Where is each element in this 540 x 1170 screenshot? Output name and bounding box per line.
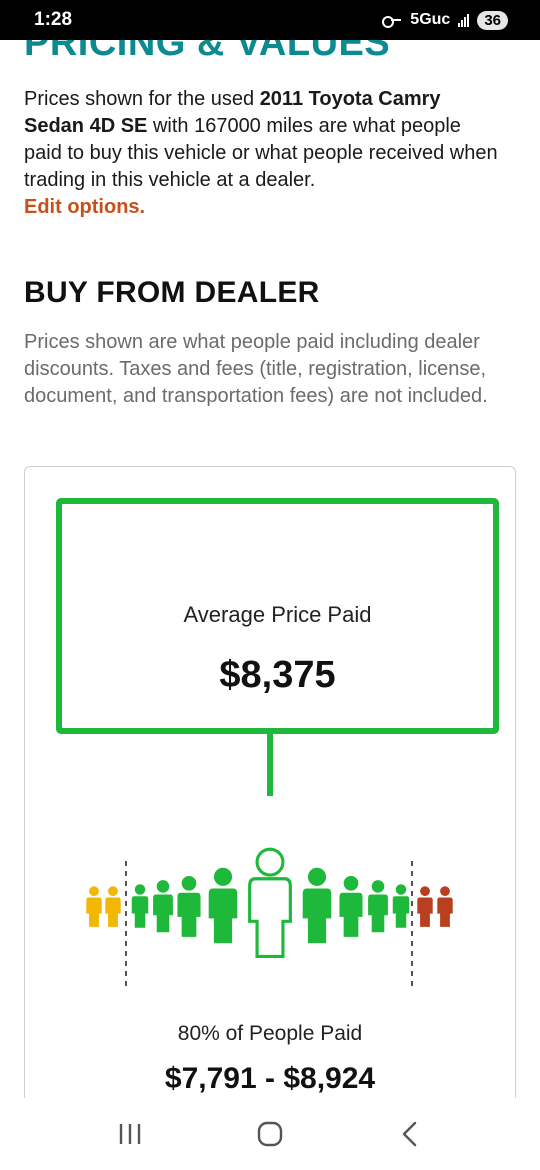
home-icon	[257, 1121, 283, 1147]
person-icon-mid	[339, 875, 363, 937]
network-label: 5Guc	[410, 11, 451, 28]
average-price-label: Average Price Paid	[183, 602, 372, 627]
home-button[interactable]	[240, 1114, 300, 1154]
person-icon-mid	[368, 880, 388, 933]
person-icon-mid	[208, 867, 238, 944]
person-icon-mid	[153, 880, 173, 933]
person-icon-low	[105, 886, 121, 927]
back-icon	[402, 1121, 417, 1147]
back-button[interactable]	[380, 1114, 440, 1154]
buy-from-dealer-title: BUY FROM DEALER	[24, 276, 320, 309]
person-icon-high	[437, 886, 453, 927]
person-icon-mid	[177, 875, 201, 937]
intro-paragraph: Prices shown for the used 2011 Toyota Ca…	[24, 86, 504, 221]
buy-from-dealer-description: Prices shown are what people paid includ…	[24, 331, 488, 407]
person-icon-mid	[392, 884, 410, 928]
key-icon	[382, 15, 402, 28]
person-icon-low	[86, 886, 102, 927]
person-icon-mid	[302, 867, 332, 944]
recent-apps-icon	[119, 1124, 141, 1144]
average-person-icon	[248, 847, 292, 959]
range-value: $7,791 - $8,924	[164, 1062, 376, 1095]
battery-badge: 36	[477, 10, 508, 30]
price-card: Average Price Paid $8,375 80% of People …	[24, 466, 516, 1126]
intro-text-before: Prices shown for the used	[24, 88, 260, 110]
person-icon-mid	[131, 884, 149, 928]
person-icon-high	[417, 886, 433, 927]
recent-apps-button[interactable]	[100, 1114, 160, 1154]
status-time: 1:28	[34, 9, 73, 30]
edit-options-link[interactable]: Edit options.	[24, 194, 145, 221]
system-nav-bar	[0, 1098, 540, 1170]
average-price-box: Average Price Paid $8,375	[56, 498, 499, 734]
range-label: 80% of People Paid	[177, 1022, 363, 1045]
average-connector-line	[267, 734, 273, 796]
average-price-value: $8,375	[219, 654, 336, 696]
price-distribution-people	[86, 847, 453, 987]
signal-icon	[458, 13, 470, 27]
status-bar: 1:28 5Guc 36	[0, 0, 540, 40]
status-icons: 5Guc 36	[382, 10, 508, 30]
